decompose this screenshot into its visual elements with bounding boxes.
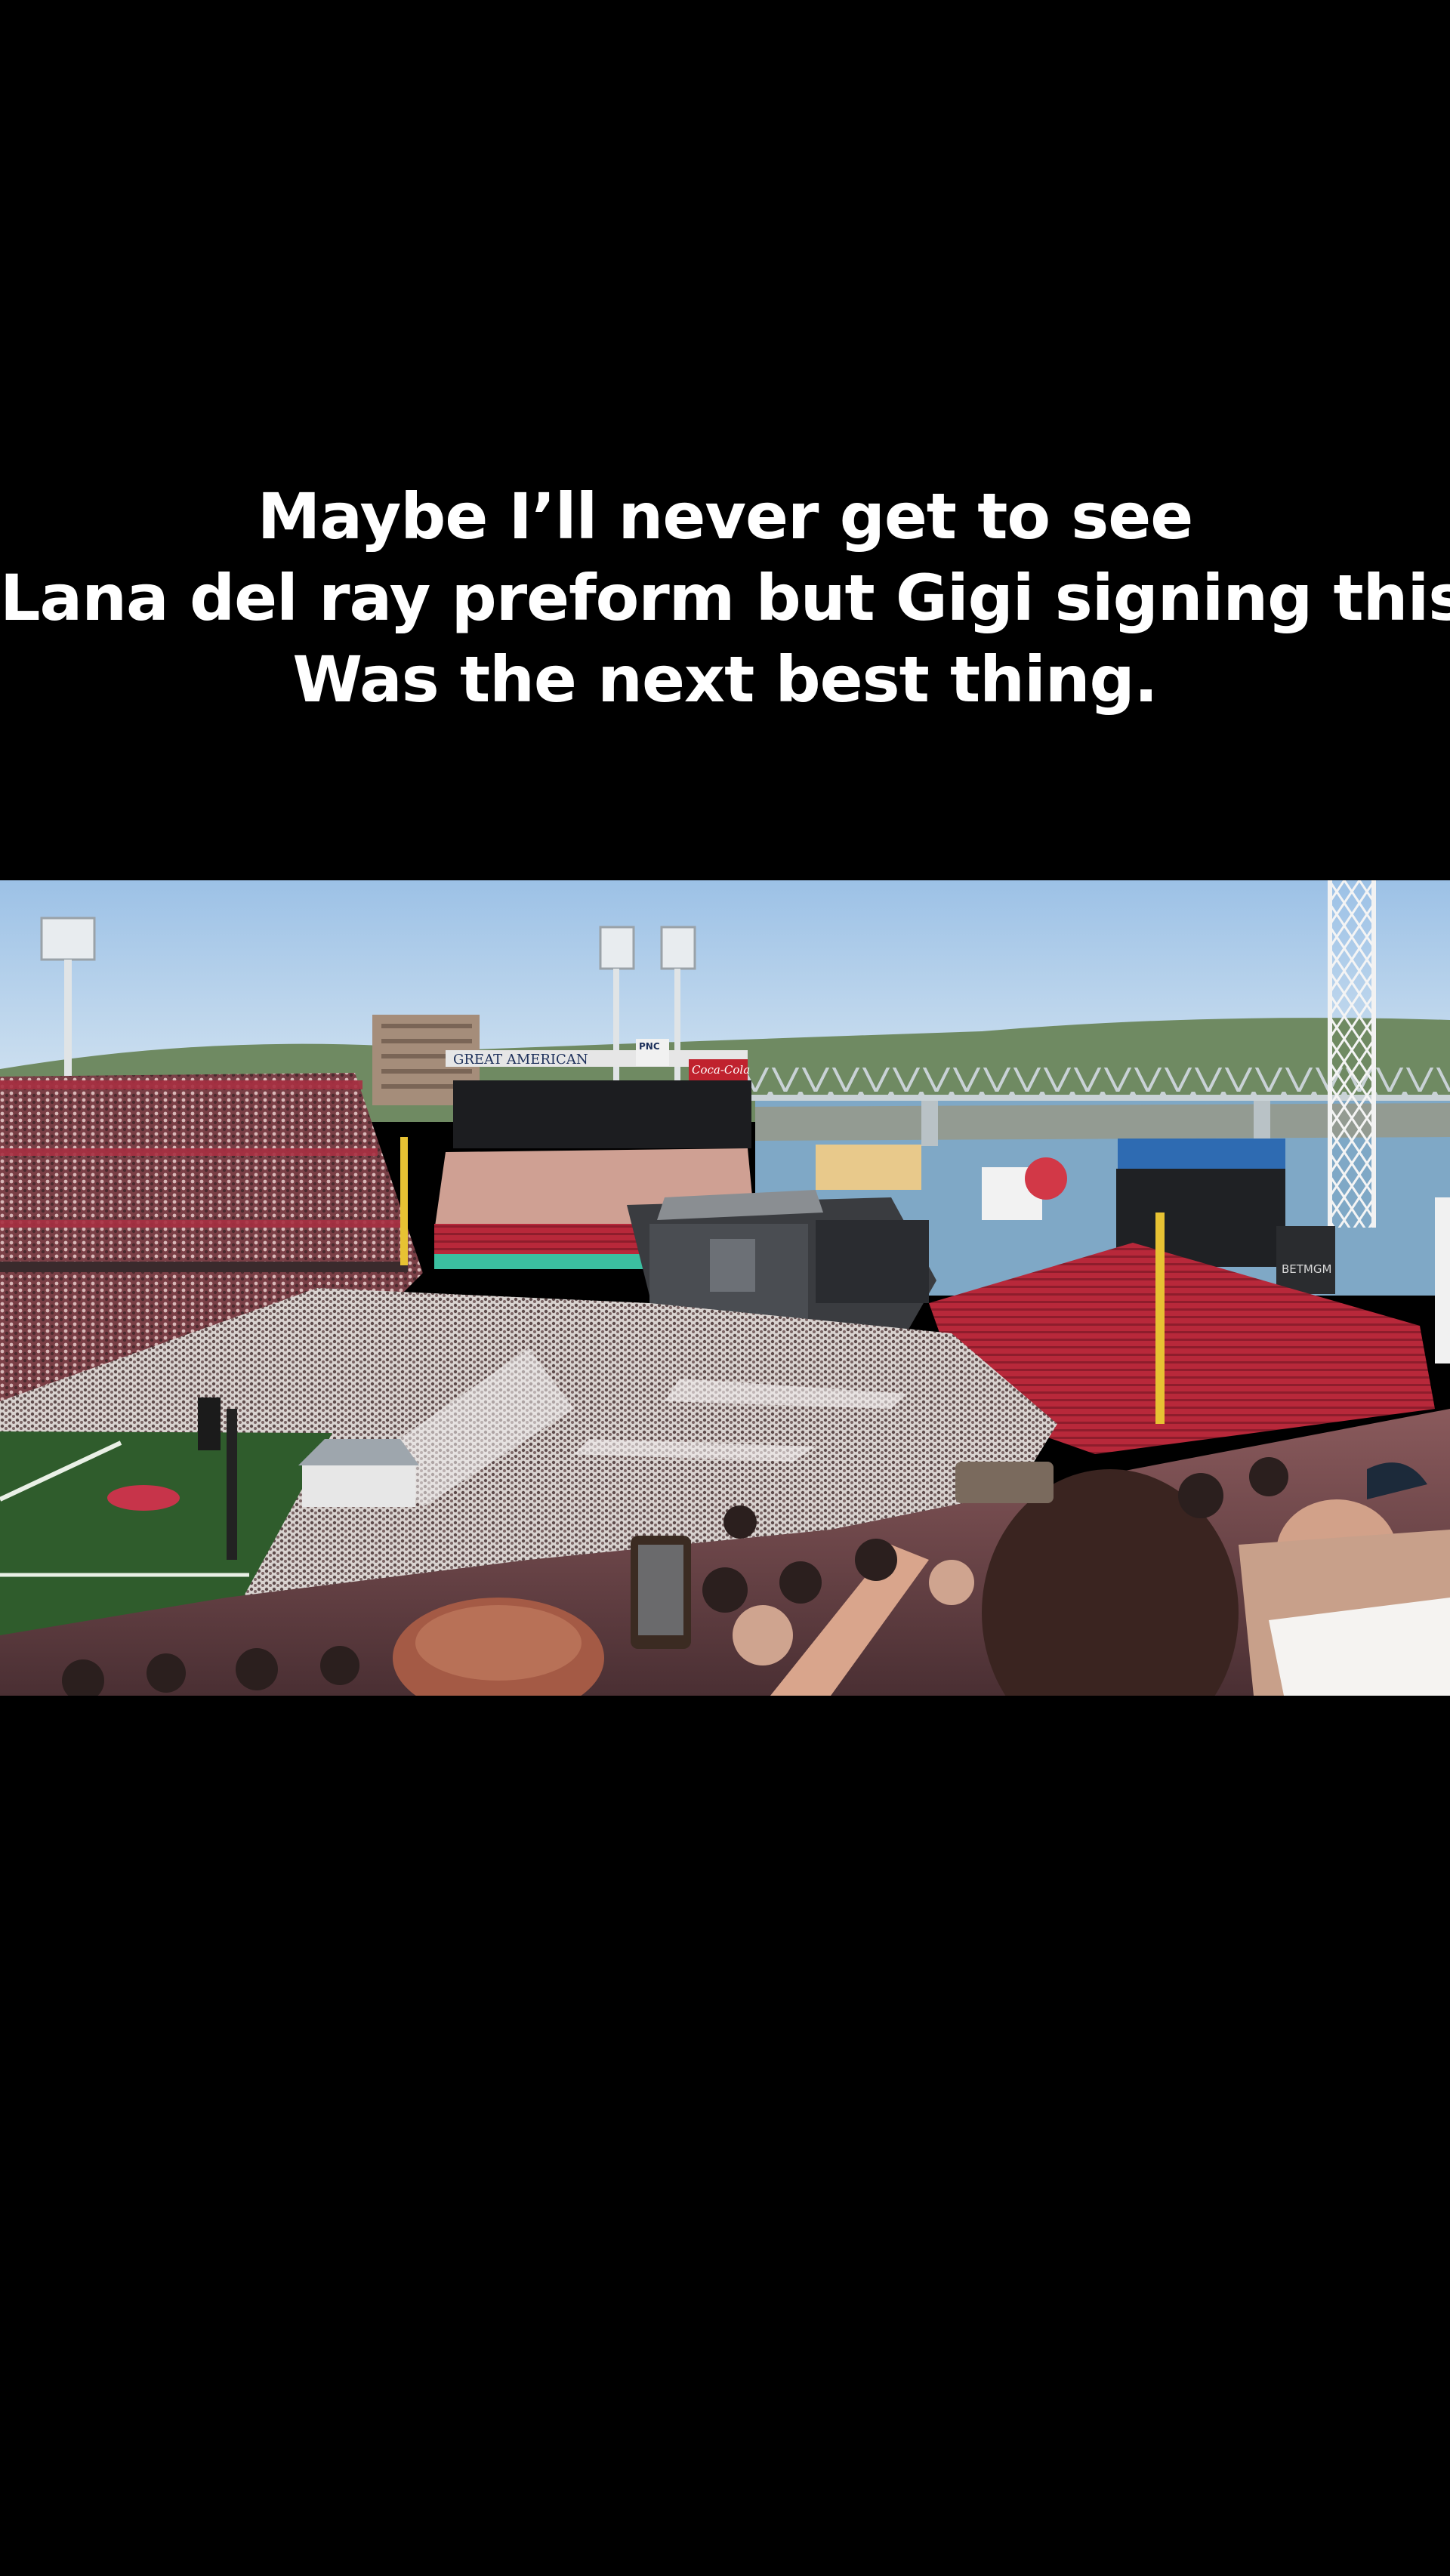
sportsbook-sign: BETMGM: [1282, 1262, 1331, 1276]
caption-line-2: Lana del ray preform but Gigi signing th…: [0, 561, 1450, 635]
cola-sign: Coca-Cola: [692, 1063, 750, 1077]
bank-sign: PNC: [639, 1041, 660, 1052]
caption-line-3: Was the next best thing.: [292, 642, 1158, 716]
light-tower-right: [1328, 880, 1376, 1228]
stadium-scene: GREAT AMERICAN PNC Coca-Cola BETMGM: [0, 880, 1450, 1696]
foul-pole: [1155, 1213, 1165, 1424]
caption-line-1: Maybe I’ll never get to see: [257, 479, 1194, 553]
main-scoreboard: GREAT AMERICAN PNC Coca-Cola: [446, 1039, 751, 1148]
phone-right: [955, 1462, 1054, 1503]
stadium-photo: GREAT AMERICAN PNC Coca-Cola BETMGM: [0, 880, 1450, 1696]
scoreboard-sign: GREAT AMERICAN: [453, 1052, 588, 1068]
mound-logo: [107, 1485, 180, 1511]
caption: Maybe I’ll never get to see Lana del ray…: [0, 476, 1450, 720]
